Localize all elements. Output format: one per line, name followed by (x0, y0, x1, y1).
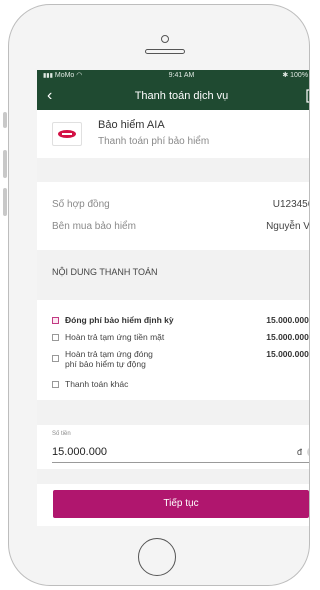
provider-card: Bảo hiểm AIA Thanh toán phí bảo hiểm (37, 110, 309, 158)
payment-item-label-line: Hoàn trả tạm ứng đóng (65, 349, 153, 359)
app-screen: ▮▮▮ MoMo ◠ 9:41 AM ✱ 100% ‹ Thanh toán d… (37, 70, 310, 526)
payment-items-list: Đóng phí bảo hiểm định kỳ 15.000.000đ Ho… (37, 300, 310, 400)
status-bar: ▮▮▮ MoMo ◠ 9:41 AM ✱ 100% (37, 70, 309, 82)
checkbox-icon[interactable] (52, 355, 59, 362)
bluetooth-icon: ✱ (282, 72, 289, 79)
payment-item-label: Đóng phí bảo hiểm định kỳ (65, 315, 174, 325)
buyer-label: Bên mua bảo hiểm (52, 221, 136, 232)
payment-item-label: Thanh toán khác (65, 379, 129, 389)
footer-bar: Tiếp tục (37, 484, 309, 526)
input-underline (52, 462, 309, 463)
amount-input[interactable]: 15.000.000 (52, 446, 107, 458)
provider-name: Bảo hiểm AIA (98, 119, 165, 131)
payment-item-amount: 15.000.000đ (266, 349, 310, 359)
aia-logo (52, 122, 82, 146)
currency-symbol: đ (296, 447, 302, 457)
phone-frame: ▮▮▮ MoMo ◠ 9:41 AM ✱ 100% ‹ Thanh toán d… (8, 4, 310, 586)
battery-percent: 100% (290, 72, 309, 79)
earpiece-speaker (145, 49, 185, 54)
phone-side-button (3, 188, 7, 216)
contract-number-label: Số hợp đồng (52, 199, 110, 210)
page-title: Thanh toán dịch vụ (134, 90, 229, 102)
payment-item-label: Hoàn trả tạm ứng tiền mặt (65, 332, 165, 342)
section-title: NỘI DUNG THANH TOÁN (52, 267, 158, 277)
battery-indicator: ✱ 100% (282, 70, 309, 82)
provider-subtitle: Thanh toán phí bảo hiểm (98, 136, 210, 147)
document-icon[interactable] (306, 89, 310, 103)
buyer-value: Nguyễn Văn A (266, 221, 310, 232)
checkbox-icon[interactable] (52, 381, 59, 388)
status-time: 9:41 AM (168, 72, 195, 79)
payment-item-amount: 15.000.000đ (266, 332, 310, 342)
contract-info-card: Số hợp đồng U123456789 Bên mua bảo hiểm … (37, 182, 310, 250)
continue-button[interactable]: Tiếp tục (53, 490, 309, 518)
navigation-bar: ‹ Thanh toán dịch vụ (37, 82, 310, 110)
checkbox-icon[interactable] (52, 334, 59, 341)
home-button[interactable] (138, 538, 176, 576)
front-camera (161, 35, 169, 43)
phone-side-button (3, 150, 7, 178)
contract-number-value: U123456789 (272, 199, 309, 210)
amount-label: Số tiền (52, 431, 71, 437)
amount-field[interactable]: Số tiền 15.000.000 đ × (37, 425, 309, 469)
payment-item-amount: 15.000.000đ (266, 315, 310, 325)
phone-side-button (3, 112, 7, 128)
clear-icon[interactable]: × (307, 447, 309, 457)
checkbox-checked-icon[interactable] (52, 317, 59, 324)
payment-item-label-line: phí bảo hiểm tự động (65, 359, 146, 369)
payment-item-label: Hoàn trả tạm ứng đóng phí bảo hiểm tự độ… (65, 349, 153, 369)
